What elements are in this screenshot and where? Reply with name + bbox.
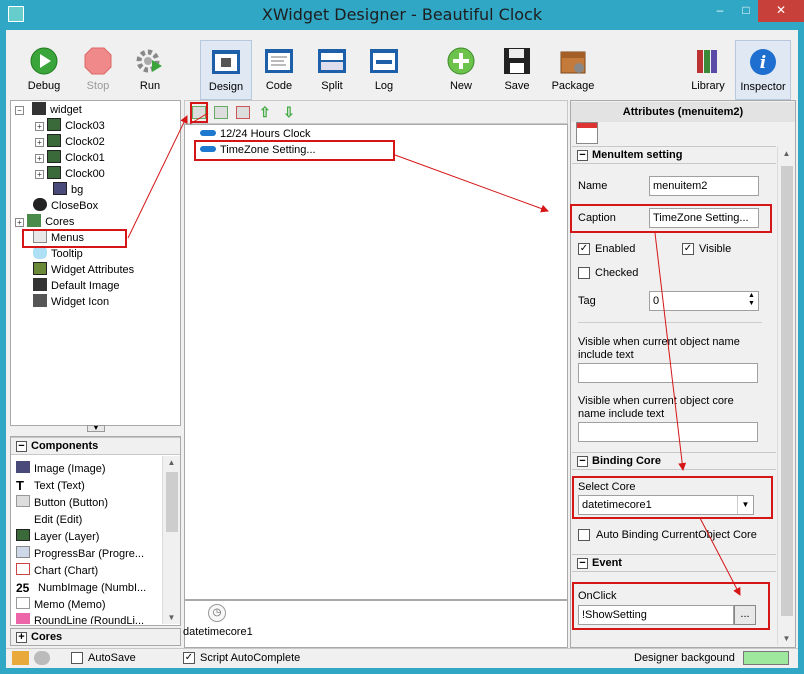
arrow-core-to-onclick xyxy=(699,517,741,596)
annotation-arrows xyxy=(127,112,741,596)
arrow-add-down xyxy=(189,112,209,125)
arrow-caption-to-core xyxy=(654,232,687,471)
arrow-menus-to-add xyxy=(127,115,188,239)
arrow-item-to-caption xyxy=(394,154,549,213)
